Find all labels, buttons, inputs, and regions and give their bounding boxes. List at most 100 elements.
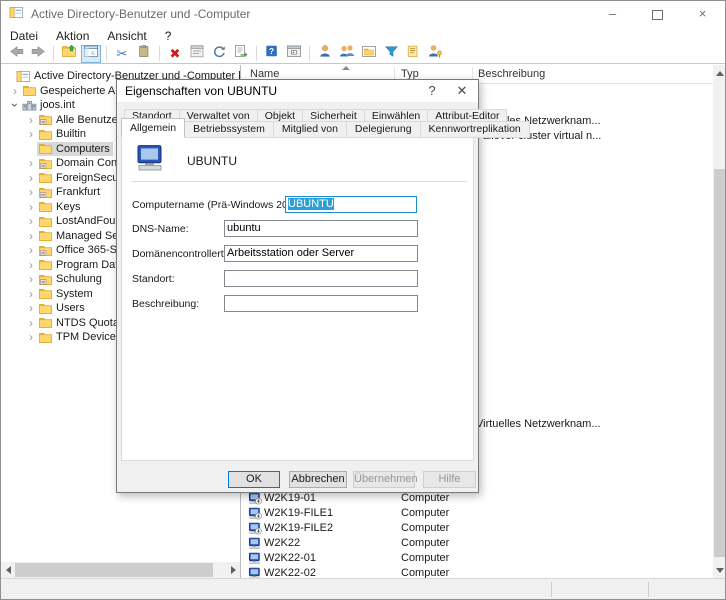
toolbar-button-paste[interactable] <box>134 45 154 63</box>
toolbar-button-add-group[interactable] <box>337 45 357 63</box>
expander-collapsed-icon[interactable]: › <box>25 258 37 272</box>
toolbar-button-help[interactable]: ? <box>262 45 282 63</box>
folder-icon <box>38 215 53 228</box>
expander-collapsed-icon[interactable]: › <box>25 287 37 301</box>
scroll-left-button[interactable] <box>1 562 15 578</box>
expander-collapsed-icon[interactable]: › <box>25 156 37 170</box>
expander-collapsed-icon[interactable]: › <box>25 272 37 286</box>
tree-item-tpm-devices[interactable]: › TPM Devices <box>25 330 124 344</box>
refresh-icon <box>212 44 227 63</box>
tab-mitglied-von[interactable]: Mitglied von <box>272 121 347 138</box>
tree-item-frankfurt[interactable]: › Frankfurt <box>25 185 103 199</box>
tab-delegierung[interactable]: Delegierung <box>345 121 421 138</box>
list-row-w2k22[interactable]: W2K22 Computer <box>242 536 713 551</box>
field-input-computername-pr-windows-[interactable]: UBUNTU <box>285 196 417 213</box>
dialog-button-ok[interactable]: OK <box>228 471 280 488</box>
toolbar-button-add-ou[interactable] <box>359 45 379 63</box>
filter-icon <box>384 44 399 63</box>
tree-item-keys[interactable]: › Keys <box>25 200 83 214</box>
toolbar-button-refresh[interactable] <box>209 45 229 63</box>
expander-collapsed-icon[interactable]: › <box>25 229 37 243</box>
toolbar-button-filter[interactable] <box>381 45 401 63</box>
lr-name: W2K22-01 <box>264 552 316 564</box>
field-input-standort-[interactable] <box>224 270 418 287</box>
tree-horizontal-scrollbar[interactable] <box>1 562 240 578</box>
vertical-scroll-thumb[interactable] <box>714 169 725 557</box>
expander-collapsed-icon[interactable]: › <box>9 84 21 98</box>
toolbar-button-properties[interactable] <box>187 45 207 63</box>
tree-item-label: Frankfurt <box>56 186 101 198</box>
list-row-w2k19-01[interactable]: W2K19-01 Computer <box>242 491 713 506</box>
tree-item-program-data[interactable]: › Program Data <box>25 258 127 272</box>
toolbar-button-console-window[interactable] <box>284 45 304 63</box>
list-row-w2k22-01[interactable]: W2K22-01 Computer <box>242 551 713 566</box>
dialog-title-bar: Eigenschaften von UBUNTU ? ✕ <box>117 80 478 102</box>
list-row-w2k19-file2[interactable]: W2K19-FILE2 Computer <box>242 521 713 536</box>
expander-collapsed-icon[interactable]: › <box>25 330 37 344</box>
tree-item-ntds-quotas[interactable]: › NTDS Quotas <box>25 316 127 330</box>
expander-collapsed-icon[interactable]: › <box>25 127 37 141</box>
menu-item-datei[interactable]: Datei <box>1 29 47 43</box>
dialog-help-icon[interactable]: ? <box>418 80 446 102</box>
expander-collapsed-icon[interactable]: › <box>25 214 37 228</box>
toolbar-button-add-user[interactable] <box>315 45 335 63</box>
menu-item-aktion[interactable]: Aktion <box>47 29 98 43</box>
list-row-w2k22-02[interactable]: W2K22-02 Computer <box>242 566 713 578</box>
expander-collapsed-icon[interactable]: › <box>25 113 37 127</box>
field-input-dom-nencontrollertyp-[interactable]: Arbeitsstation oder Server <box>224 245 418 262</box>
tab-betriebssystem[interactable]: Betriebssystem <box>184 121 274 138</box>
expander-collapsed-icon[interactable]: › <box>25 243 37 257</box>
tree-item-system[interactable]: › System <box>25 287 96 301</box>
tab-kennwortreplikation[interactable]: Kennwortreplikation <box>419 121 530 138</box>
expander-expanded-icon[interactable]: › <box>8 99 22 111</box>
close-button[interactable]: × <box>680 1 725 27</box>
tree-item-lostandfound[interactable]: › LostAndFound <box>25 214 131 228</box>
field-input-beschreibung-[interactable] <box>224 295 418 312</box>
expander-collapsed-icon[interactable]: › <box>25 301 37 315</box>
add-ou-icon <box>361 44 377 63</box>
scroll-right-button[interactable] <box>226 562 240 578</box>
maximize-button[interactable] <box>635 1 680 27</box>
scroll-down-button[interactable] <box>713 562 725 578</box>
toolbar-button-open-parent-folder[interactable] <box>59 44 79 63</box>
toolbar-button-forward-arrow[interactable] <box>28 45 48 63</box>
computer-disabled-icon <box>248 492 262 505</box>
toolbar-button-back-arrow[interactable] <box>6 45 26 63</box>
expander-collapsed-icon[interactable]: › <box>25 200 37 214</box>
list-vertical-scrollbar[interactable] <box>713 65 725 578</box>
tree-item-users[interactable]: › Users <box>25 301 88 315</box>
minimize-button[interactable]: – <box>590 1 635 27</box>
tree-item-computers[interactable]: Computers <box>25 141 113 156</box>
lr-type: Computer <box>401 567 450 578</box>
field-label-3: Standort: <box>132 273 175 285</box>
toolbar-button-delegate-user[interactable] <box>425 45 445 63</box>
ou-folder-icon <box>38 244 53 257</box>
window-title: Active Directory-Benutzer und -Computer <box>31 7 251 21</box>
dialog-close-icon[interactable]: ✕ <box>448 80 476 102</box>
column-header-beschreibung[interactable]: Beschreibung <box>478 68 545 80</box>
expander-collapsed-icon[interactable]: › <box>25 171 37 185</box>
toolbar-button-show-console-tree[interactable] <box>81 44 101 63</box>
toolbar-button-export-list[interactable] <box>231 45 251 63</box>
menu-item-ansicht[interactable]: Ansicht <box>98 29 155 43</box>
properties-dialog: Eigenschaften von UBUNTU ? ✕ Standort Ver… <box>116 79 530 493</box>
toolbar-button-delete[interactable]: ✖ <box>165 45 185 63</box>
toolbar-button-cut[interactable]: ✂ <box>112 45 132 63</box>
list-row-w2k19-file1[interactable]: W2K19-FILE1 Computer <box>242 506 713 521</box>
svg-text:?: ? <box>269 46 274 56</box>
toolbar-button-set-log[interactable] <box>403 45 423 63</box>
field-input-dns-name-[interactable]: ubuntu <box>224 220 418 237</box>
menu-item-[interactable]: ? <box>156 29 181 43</box>
tree-item-joos-int[interactable]: › joos.int <box>8 98 78 112</box>
computer-disabled-icon <box>248 522 262 535</box>
tree-item-builtin[interactable]: › Builtin <box>25 127 89 141</box>
horizontal-scroll-thumb[interactable] <box>15 563 213 577</box>
expander-collapsed-icon[interactable]: › <box>25 185 37 199</box>
separator <box>131 181 467 182</box>
scroll-up-button[interactable] <box>713 65 725 81</box>
dialog-button-abbrechen[interactable]: Abbrechen <box>289 471 347 488</box>
tree-item-schulung[interactable]: › Schulung <box>25 272 105 286</box>
expander-collapsed-icon[interactable]: › <box>25 316 37 330</box>
set-log-icon <box>406 44 420 63</box>
tab-allgemein[interactable]: Allgemein <box>121 118 186 138</box>
